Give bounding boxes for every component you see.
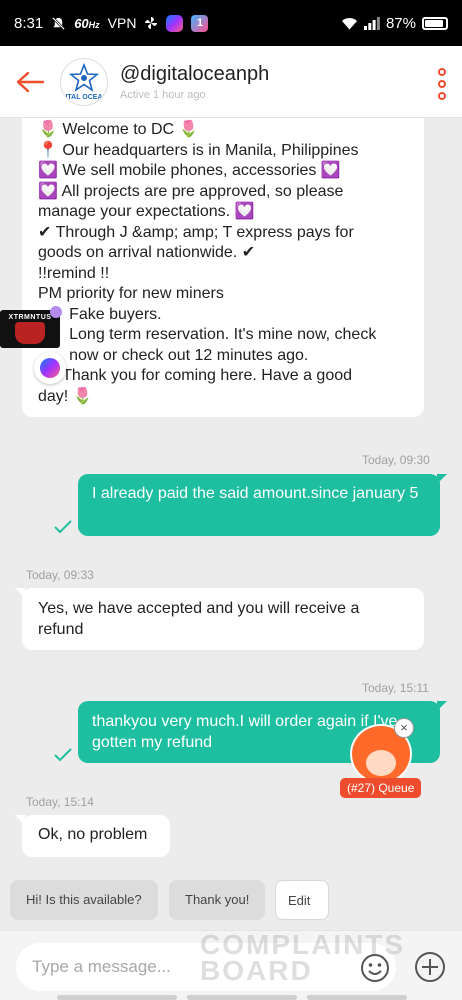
welcome-line: ✔ Through J &amp; amp; T express pays fo…	[38, 223, 408, 244]
chat-thread[interactable]: 🌷 Welcome to DC 🌷 📍 Our headquarters is i…	[0, 118, 462, 876]
vpn-label: VPN	[107, 15, 137, 31]
incoming-message: Ok, no problem	[15, 815, 170, 857]
welcome-line-text: Welcome to DC	[57, 121, 179, 138]
welcome-line-text: goods on arrival nationwide.	[38, 244, 242, 261]
nav-indicator	[187, 995, 297, 1000]
welcome-line: 💟 All projects are pre approved, so plea…	[38, 182, 408, 203]
welcome-line: day! 🌷	[38, 387, 408, 408]
more-options-button[interactable]	[438, 68, 446, 100]
battery-icon	[422, 16, 448, 30]
welcome-line: !!remind !!	[38, 264, 408, 285]
emoji-icon: ✔	[38, 223, 52, 241]
welcome-line-text: manage your expectations.	[38, 203, 235, 220]
sent-check-icon	[54, 520, 72, 534]
nav-indicator	[307, 995, 407, 1000]
emoji-icon: 💟	[234, 203, 255, 220]
welcome-line: 🌷 Welcome to DC 🌷	[38, 120, 408, 141]
queue-widget[interactable]: × (#27) Queue	[340, 718, 430, 798]
status-bar: 8:31 60Hz VPN 1 87%	[0, 0, 462, 46]
notification-dot	[50, 306, 62, 318]
refresh-rate-value: 60	[74, 15, 89, 31]
emoji-icon: 🌷	[72, 387, 93, 405]
welcome-line-text: All projects are pre approved, so please	[57, 182, 344, 200]
active-status: Active 1 hour ago	[120, 88, 206, 101]
refresh-rate: 60Hz	[74, 16, 99, 31]
back-arrow-icon	[16, 71, 45, 92]
timestamp: Today, 15:11	[362, 681, 429, 695]
quick-reply-available[interactable]: Hi! Is this available?	[10, 880, 158, 920]
fist-icon	[15, 322, 45, 344]
welcome-line-text: !!remind !!	[38, 264, 110, 282]
emoji-icon: 🌷	[38, 121, 58, 138]
welcome-line-text: Through J &amp; amp; T express pays for	[51, 223, 354, 241]
welcome-line: manage your expectations. 💟	[38, 202, 408, 223]
message-composer: Type a message...	[0, 930, 462, 1000]
messenger-icon	[166, 14, 184, 32]
queue-close-button[interactable]: ×	[394, 718, 414, 738]
chat-header: ITAL OCEA @digitaloceanph Active 1 hour …	[0, 46, 462, 118]
welcome-line: now or check out 12 minutes ago.	[38, 346, 408, 367]
quick-reply-edit-button[interactable]: Edit	[275, 880, 329, 920]
app-badge-text: 1	[196, 17, 204, 29]
app-badge-icon: 1	[191, 14, 209, 32]
battery-percent: 87%	[385, 14, 416, 32]
welcome-line-text: Long term reservation. It's mine now, ch…	[38, 326, 377, 343]
welcome-line-text: day!	[38, 387, 73, 405]
nav-indicator	[57, 995, 177, 1000]
emoji-icon: ✔	[241, 244, 256, 261]
emoji-icon: 📍	[38, 141, 58, 159]
shop-avatar[interactable]: ITAL OCEA	[60, 57, 108, 106]
welcome-line-text: We sell mobile phones, accessories	[57, 162, 321, 179]
back-button[interactable]	[0, 46, 60, 118]
avatar-caption: ITAL OCEA	[65, 93, 103, 101]
welcome-line-text: PM priority for new miners	[38, 285, 224, 302]
messenger-icon	[40, 358, 60, 378]
sent-check-icon	[54, 748, 72, 762]
welcome-line: Long term reservation. It's mine now, ch…	[38, 325, 408, 346]
pinwheel-icon	[144, 16, 158, 30]
emoji-icon[interactable]	[360, 953, 390, 983]
welcome-line: 🌷 Thank you for coming here. Have a good	[38, 366, 408, 387]
more-dot-icon	[438, 68, 446, 76]
welcome-line-text: Thank you for coming here. Have a good	[57, 367, 353, 384]
status-time: 8:31	[14, 14, 44, 32]
shop-name[interactable]: @digitaloceanph	[120, 63, 269, 86]
refresh-rate-unit: Hz	[88, 19, 100, 30]
timestamp: Today, 09:30	[362, 453, 430, 467]
welcome-message: 🌷 Welcome to DC 🌷 📍 Our headquarters is i…	[22, 118, 424, 417]
timestamp: Today, 15:14	[26, 795, 94, 809]
more-dot-icon	[438, 80, 446, 88]
message-input[interactable]: Type a message...	[16, 943, 396, 991]
mute-icon	[51, 16, 66, 31]
welcome-line: 💟 We sell mobile phones, accessories 💟	[38, 161, 408, 182]
quick-reply-thanks[interactable]: Thank you!	[169, 880, 265, 920]
welcome-line: PM priority for new miners	[38, 284, 408, 305]
queue-label: (#27) Queue	[340, 778, 422, 798]
welcome-line: 📍 Our headquarters is in Manila, Philipp…	[38, 141, 408, 162]
welcome-line-text: now or check out 12 minutes ago.	[38, 346, 309, 364]
messenger-chat-head[interactable]	[34, 352, 66, 384]
emoji-icon: 🌷	[178, 121, 199, 138]
welcome-line: goods on arrival nationwide. ✔	[38, 243, 408, 264]
timestamp: Today, 09:33	[26, 568, 94, 582]
emoji-icon: 💟	[38, 182, 58, 200]
add-attachment-icon[interactable]	[414, 951, 446, 983]
incoming-message: Yes, we have accepted and you will recei…	[15, 588, 424, 650]
emoji-icon: 💟	[38, 162, 58, 179]
wifi-icon	[341, 17, 358, 30]
welcome-line-text: Our headquarters is in Manila, Philippin…	[57, 141, 359, 159]
outgoing-message: I already paid the said amount.since jan…	[78, 474, 447, 536]
emoji-icon: 💟	[320, 162, 341, 179]
welcome-line: Fake buyers.	[38, 305, 408, 326]
more-dot-icon	[438, 92, 446, 100]
star-logo-icon	[69, 62, 99, 92]
signal-icon	[363, 16, 380, 30]
